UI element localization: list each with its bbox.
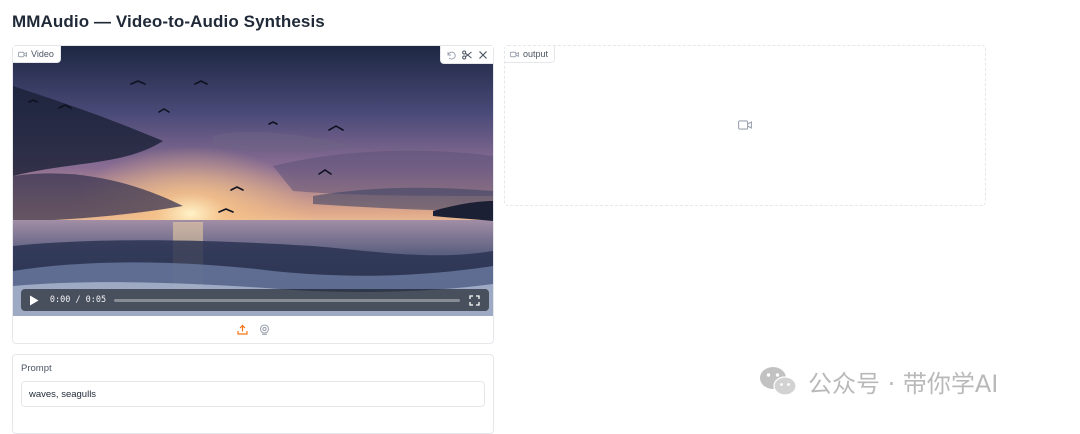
prompt-input[interactable]	[21, 381, 485, 407]
video-frame	[13, 46, 493, 316]
video-player[interactable]: 0:00 / 0:05	[13, 46, 493, 316]
video-input-label-badge: Video	[13, 46, 61, 63]
close-icon[interactable]	[477, 49, 489, 61]
video-placeholder-icon	[738, 120, 752, 130]
webcam-icon[interactable]	[258, 324, 270, 336]
video-output-panel: output	[504, 45, 986, 206]
output-label: output	[523, 49, 549, 59]
video-controls: 0:00 / 0:05	[21, 289, 489, 311]
play-icon[interactable]	[29, 294, 41, 306]
watermark-text: 公众号 · 带你学AI	[808, 369, 999, 398]
video-source-selector	[13, 316, 493, 343]
prompt-panel: Prompt	[12, 354, 494, 434]
video-input-panel: 0:00 / 0:05 Video	[12, 45, 494, 344]
time-display: 0:00 / 0:05	[49, 295, 107, 305]
upload-icon[interactable]	[236, 324, 248, 336]
wechat-logo-icon	[760, 367, 797, 396]
scissors-icon[interactable]	[461, 49, 473, 61]
video-progress-bar[interactable]	[114, 298, 461, 302]
video-toolbar	[440, 46, 493, 64]
page-title: MMAudio — Video-to-Audio Synthesis	[12, 12, 325, 31]
video-camera-icon	[18, 51, 27, 57]
fullscreen-icon[interactable]	[469, 294, 481, 306]
output-label-badge: output	[505, 46, 556, 63]
undo-icon[interactable]	[445, 49, 457, 61]
watermark: 公众号 · 带你学AI	[758, 364, 998, 398]
video-input-label: Video	[31, 49, 54, 59]
prompt-label: Prompt	[21, 363, 52, 374]
video-camera-icon	[510, 51, 519, 57]
